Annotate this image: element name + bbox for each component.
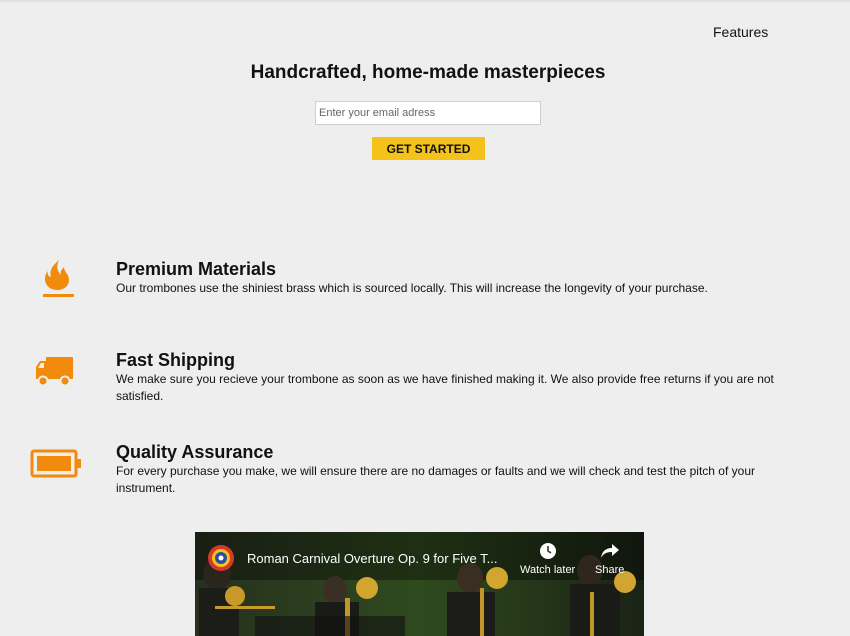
truck-icon [36, 357, 73, 387]
get-started-button[interactable]: GET STARTED [372, 137, 485, 160]
feature-title: Fast Shipping [116, 350, 235, 370]
feature-title: Premium Materials [116, 259, 277, 279]
watch-later-button[interactable]: Watch later [520, 542, 575, 576]
share-button[interactable]: Share [595, 542, 624, 576]
video-title[interactable]: Roman Carnival Overture Op. 9 for Five T… [247, 551, 497, 566]
video-thumbnail [195, 532, 644, 636]
feature-description: Our trombones use the shiniest brass whi… [116, 281, 708, 295]
nav-link-features[interactable]: Features [713, 24, 768, 40]
hero-title: Handcrafted, home-made masterpieces [250, 62, 606, 83]
email-field[interactable] [315, 101, 541, 125]
share-icon [600, 544, 619, 558]
embedded-video[interactable]: Roman Carnival Overture Op. 9 for Five T… [195, 532, 644, 636]
share-label: Share [595, 564, 625, 576]
channel-seal-icon [208, 545, 234, 571]
feature-title: Quality Assurance [116, 442, 274, 462]
feature-description: We make sure you recieve your trombone a… [116, 372, 774, 403]
battery-full-icon [30, 449, 81, 478]
feature-description: For every purchase you make, we will ens… [116, 464, 755, 495]
watch-later-label: Watch later [520, 564, 576, 576]
fire-icon [43, 260, 74, 297]
clock-icon [539, 543, 556, 559]
top-border [0, 0, 850, 2]
